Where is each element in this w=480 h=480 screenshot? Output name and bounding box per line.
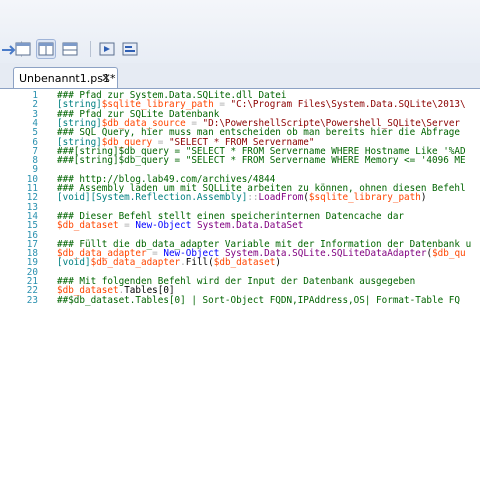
code-text: [void]$db_data_adapter.Fill($db_dataset): [57, 258, 281, 268]
code-token: ): [420, 192, 427, 204]
code-text: $db_dataset = New-Object System.Data.Dat…: [57, 221, 303, 231]
code-token: $db_qu: [432, 248, 466, 260]
code-token: "C:\Program Files\System.Data.SQLite\201…: [230, 99, 466, 111]
toolbar-separator: [90, 41, 91, 57]
code-token: [void][System.Reflection.Assembly]: [57, 192, 248, 204]
layout-single-icon[interactable]: [14, 40, 32, 58]
layout-split-vertical-icon[interactable]: [36, 39, 56, 59]
layout-split-horizontal-icon[interactable]: [61, 40, 79, 58]
line-number: 23: [26, 294, 38, 306]
code-token: $db_dataset: [213, 257, 276, 269]
toolbar: [0, 0, 480, 64]
code-token: =: [118, 220, 136, 232]
close-icon[interactable]: ✕: [101, 68, 111, 89]
code-text: ###[string]$db_query = "SELECT * FROM Se…: [57, 156, 466, 166]
code-token: [void]: [57, 257, 91, 269]
code-text: ##$db_dataset.Tables[0] | Sort-Object FQ…: [57, 294, 460, 306]
code-token: ): [275, 257, 281, 269]
code-token: ##$db_dataset.Tables[0] | Sort-Object FQ…: [57, 294, 460, 306]
tab-unbenannt1[interactable]: Unbenannt1.ps1* ✕: [13, 67, 118, 88]
code-token: ::: [247, 192, 259, 204]
code-token: Fill: [185, 257, 209, 269]
code-token: New-Object: [135, 220, 192, 232]
run-script-icon[interactable]: [98, 40, 116, 58]
code-token: LoadFrom: [258, 192, 304, 204]
code-token: $db_dataset: [57, 220, 119, 232]
code-text: [void][System.Reflection.Assembly]::Load…: [57, 193, 426, 203]
tab-strip: Unbenannt1.ps1* ✕: [0, 63, 480, 89]
code-token: $db_data_adapter: [90, 257, 181, 269]
code-token: $sqlite_library_path: [308, 192, 421, 204]
script-editor[interactable]: 1 ### Pfad zur System.Data.SQLite.dll Dat…: [0, 89, 480, 480]
code-token: ###[string]$db_query = "SELECT * FROM Se…: [57, 155, 466, 167]
code-token: System.Data.DataSet: [196, 220, 304, 232]
run-selection-icon[interactable]: [121, 40, 139, 58]
